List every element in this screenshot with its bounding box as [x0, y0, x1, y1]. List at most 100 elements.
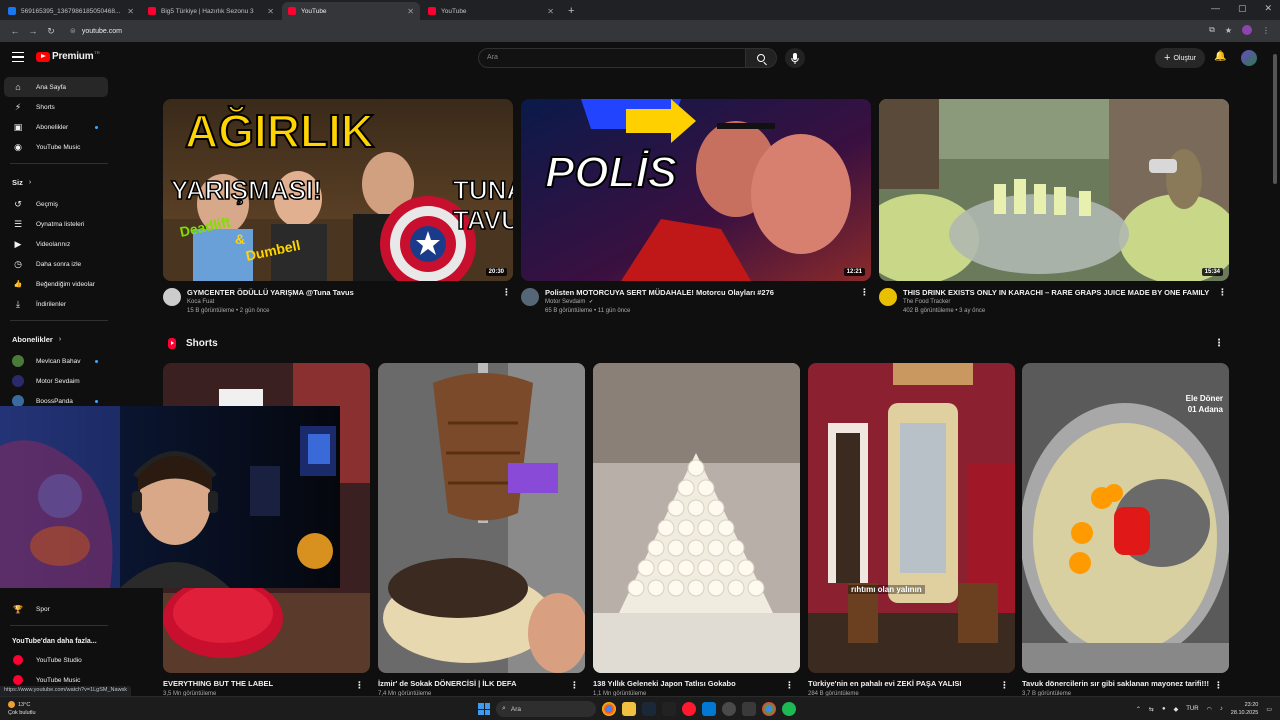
more-options-icon[interactable]: ⋮: [570, 680, 579, 691]
volume-icon[interactable]: ♪: [1220, 706, 1223, 712]
short-title[interactable]: Tavuk dönercilerin sır gibi saklanan may…: [1022, 679, 1212, 688]
short-title[interactable]: 138 Yıllık Geleneki Japon Tatlısı Gokabo: [593, 679, 783, 688]
short-thumbnail[interactable]: [593, 363, 800, 673]
sidebar-channel-item[interactable]: Motor Sevdaim: [0, 371, 120, 391]
short-card[interactable]: rıhtımı olan yalının Türkiye'nin en paha…: [808, 363, 1015, 697]
new-tab-icon[interactable]: +: [568, 2, 574, 20]
video-card[interactable]: POLİS 12:21 Polisten MOTORCUYA SERT MÜDA…: [521, 99, 871, 314]
sidebar-channel-item[interactable]: Mevlcan Bahav: [0, 351, 120, 371]
short-thumbnail[interactable]: Ele Döner 01 Adana: [1022, 363, 1229, 673]
sidebar-item-your-videos[interactable]: ▶ Videolarınız: [0, 234, 120, 254]
more-options-icon[interactable]: ⋮: [1214, 680, 1223, 691]
short-card[interactable]: 138 Yıllık Geleneki Japon Tatlısı Gokabo…: [593, 363, 800, 697]
vscode-icon[interactable]: [702, 702, 716, 716]
more-options-icon[interactable]: ⋮: [1000, 680, 1009, 691]
youtube-premium-logo[interactable]: Premium TR: [36, 50, 100, 62]
minimize-icon[interactable]: —: [1211, 3, 1220, 14]
voice-search-button[interactable]: [785, 48, 805, 68]
chrome-icon[interactable]: [602, 702, 616, 716]
spotify-icon[interactable]: [782, 702, 796, 716]
app-tray-icon[interactable]: ●: [1162, 706, 1166, 712]
channel-name[interactable]: Koca Fuat: [187, 299, 513, 305]
page-scrollbar[interactable]: [1270, 42, 1280, 686]
channel-avatar[interactable]: [521, 288, 539, 306]
weather-widget[interactable]: 13°C Çok bulutlu: [8, 701, 36, 717]
more-options-icon[interactable]: ⋮: [502, 287, 511, 298]
windows-start-icon[interactable]: [478, 703, 490, 715]
language-indicator[interactable]: TUR: [1186, 706, 1198, 712]
browser-tab-active[interactable]: YouTube ✕: [282, 2, 420, 20]
video-title[interactable]: Polisten MOTORCUYA SERT MÜDAHALE! Motorc…: [545, 287, 855, 298]
more-options-icon[interactable]: ⋮: [355, 680, 364, 691]
short-title[interactable]: Türkiye'nin en pahalı evi ZEKİ PAŞA YALI…: [808, 679, 998, 688]
channel-avatar[interactable]: [879, 288, 897, 306]
sidebar-item-home[interactable]: ⌂ Ana Sayfa: [4, 77, 108, 97]
video-thumbnail[interactable]: AĞIRLIK YARIŞMASI! TUNA TAVUS Deadlift &…: [163, 99, 513, 281]
profile-avatar[interactable]: [1242, 25, 1252, 35]
video-title[interactable]: THIS DRINK EXISTS ONLY IN KARACHI – RARE…: [903, 287, 1213, 298]
taskbar-search[interactable]: ⌕ Ara: [496, 701, 596, 717]
sidebar-you-heading[interactable]: Siz ›: [0, 170, 120, 194]
browser-menu-icon[interactable]: ⋮: [1262, 26, 1270, 35]
steam-icon[interactable]: [642, 702, 656, 716]
more-options-icon[interactable]: ⋮: [860, 287, 869, 298]
shorts-more-options-icon[interactable]: ⋮: [1214, 338, 1224, 349]
chevron-up-icon[interactable]: ⌃: [1136, 706, 1141, 713]
short-card[interactable]: Ele Döner 01 Adana Tavuk dönercilerin sı…: [1022, 363, 1229, 697]
close-tab-icon[interactable]: ✕: [127, 7, 134, 16]
sidebar-item-shorts[interactable]: ⚡ Shorts: [0, 97, 120, 117]
channel-avatar[interactable]: [163, 288, 181, 306]
notifications-icon[interactable]: ▭: [1266, 706, 1272, 713]
account-avatar[interactable]: [1241, 50, 1257, 66]
sidebar-item-sports[interactable]: 🏆 Spor: [0, 599, 120, 619]
bookmark-star-icon[interactable]: ★: [1225, 26, 1232, 35]
video-thumbnail[interactable]: 15:34: [879, 99, 1229, 281]
channel-name[interactable]: Motor Sevdaim: [545, 299, 585, 305]
opera-icon[interactable]: [682, 702, 696, 716]
more-options-icon[interactable]: ⋮: [1218, 287, 1227, 298]
close-tab-icon[interactable]: ✕: [267, 7, 274, 16]
short-thumbnail[interactable]: [378, 363, 585, 673]
sidebar-subscriptions-heading[interactable]: Abonelikler ›: [0, 327, 120, 351]
menu-hamburger-icon[interactable]: [12, 52, 24, 62]
video-card[interactable]: AĞIRLIK YARIŞMASI! TUNA TAVUS Deadlift &…: [163, 99, 513, 314]
notifications-bell-icon[interactable]: 🔔: [1214, 51, 1226, 62]
clock[interactable]: 23:20 28.10.2025: [1231, 701, 1259, 717]
url-field[interactable]: ⊜ youtube.com: [70, 27, 122, 36]
short-card[interactable]: İzmir' de Sokak DÖNERCİSİ | İLK DEFA 7,4…: [378, 363, 585, 697]
chrome-icon[interactable]: [762, 702, 776, 716]
search-button[interactable]: [745, 48, 777, 68]
sidebar-item-watch-later[interactable]: ◷ Daha sonra izle: [0, 254, 120, 274]
close-tab-icon[interactable]: ✕: [407, 7, 414, 16]
close-tab-icon[interactable]: ✕: [547, 7, 554, 16]
video-title[interactable]: GYMCENTER ÖDÜLLÜ YARIŞMA @Tuna Tavus: [187, 287, 497, 298]
channel-name[interactable]: The Food Tracker: [903, 299, 1229, 305]
create-button[interactable]: + Oluştur: [1155, 48, 1205, 68]
sidebar-item-youtube-studio[interactable]: YouTube Studio: [0, 650, 120, 670]
sidebar-item-liked-videos[interactable]: 👍 Beğendiğim videolar: [0, 274, 120, 294]
sidebar-item-youtube-music[interactable]: ◉ YouTube Music: [0, 137, 120, 157]
search-input[interactable]: Ara: [478, 48, 746, 68]
settings-gear-icon[interactable]: [722, 702, 736, 716]
forward-icon[interactable]: →: [24, 26, 42, 36]
network-icon[interactable]: ⇆: [1149, 706, 1154, 713]
video-thumbnail[interactable]: POLİS 12:21: [521, 99, 871, 281]
sidebar-item-subscriptions[interactable]: ▣ Abonelikler: [0, 117, 120, 137]
app-icon[interactable]: [662, 702, 676, 716]
sidebar-item-playlists[interactable]: ☰ Oynatma listeleri: [0, 214, 120, 234]
sidebar-item-history[interactable]: ↺ Geçmiş: [0, 194, 120, 214]
scrollbar-thumb[interactable]: [1273, 54, 1277, 184]
back-icon[interactable]: ←: [6, 26, 24, 36]
short-title[interactable]: EVERYTHING BUT THE LABEL: [163, 679, 353, 688]
sidebar-item-downloads[interactable]: ⤓ İndirilenler: [0, 294, 120, 314]
wifi-icon[interactable]: ◠: [1207, 706, 1212, 713]
close-window-icon[interactable]: ✕: [1264, 3, 1272, 14]
short-title[interactable]: İzmir' de Sokak DÖNERCİSİ | İLK DEFA: [378, 679, 568, 688]
maximize-icon[interactable]: ▢: [1238, 3, 1247, 14]
reload-icon[interactable]: ↻: [42, 26, 60, 37]
short-thumbnail[interactable]: rıhtımı olan yalının: [808, 363, 1015, 673]
video-card[interactable]: 15:34 THIS DRINK EXISTS ONLY IN KARACHI …: [879, 99, 1229, 314]
app-tray-icon[interactable]: ◆: [1174, 706, 1179, 713]
app-icon[interactable]: [742, 702, 756, 716]
site-info-icon[interactable]: ⊜: [70, 27, 76, 35]
